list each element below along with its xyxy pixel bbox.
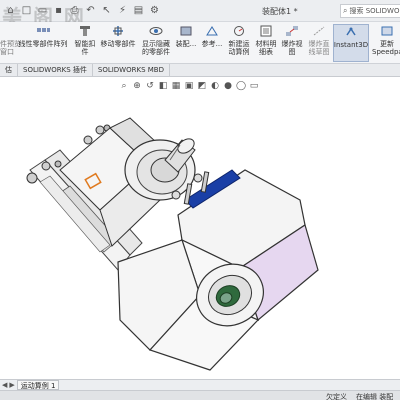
title-bar: ⌂ □ ▭ ▪ ⎙ ↶ ↖ ⚡ ▤ ⚙ 美 阁 网 装配体1 * ⌕ 搜索 SO…: [0, 0, 400, 29]
previous-view-icon[interactable]: ↺: [144, 80, 156, 92]
options-icon[interactable]: ⚙: [148, 4, 161, 17]
speedpak-label: 更新Speedpak: [372, 40, 400, 56]
search-input[interactable]: ⌕ 搜索 SOLIDWO: [340, 4, 400, 18]
reference-geometry-label: 参考...: [201, 40, 223, 48]
status-definition: 欠定义: [326, 393, 347, 400]
explode-line-sketch-button[interactable]: 爆炸直线草图: [306, 24, 332, 62]
explode-view-label: 爆炸视图: [281, 40, 303, 56]
view-settings-icon[interactable]: ▭: [248, 80, 260, 92]
smart-fastener-icon: [77, 24, 93, 38]
tab-solidworks-addins[interactable]: SOLIDWORKS 插件: [18, 64, 93, 77]
move-component-button[interactable]: 移动零部件: [98, 24, 138, 62]
motion-study-label: 新建运动算例: [228, 40, 250, 56]
explode-view-button[interactable]: 爆炸视图: [280, 24, 304, 62]
assembly-features-icon: [178, 24, 194, 38]
update-speedpak-button[interactable]: 更新Speedpak: [371, 24, 400, 62]
status-bar: 欠定义 在编辑 装配: [0, 390, 400, 400]
instant3d-label: Instant3D: [333, 41, 369, 49]
move-component-icon: [110, 24, 126, 38]
dynamic-annotation-icon[interactable]: ▦: [170, 80, 182, 92]
linear-pattern-icon: [35, 24, 51, 38]
instant3d-icon: [343, 25, 359, 39]
search-icon: ⌕: [343, 6, 348, 15]
scroll-left-icon[interactable]: ◀: [2, 381, 7, 389]
smart-fastener-button[interactable]: 智能扣件: [72, 24, 98, 62]
undo-icon[interactable]: ↶: [84, 4, 97, 17]
motion-study-icon: [231, 24, 247, 38]
show-hidden-label: 显示隐藏的零部件: [142, 40, 170, 56]
bom-button[interactable]: 材料明细表: [254, 24, 278, 62]
reference-geometry-button[interactable]: 参考...: [200, 24, 224, 62]
zoom-to-fit-icon[interactable]: ⌕: [118, 80, 130, 92]
scroll-right-icon[interactable]: ▶: [9, 381, 14, 389]
assembly-features-label: 装配...: [175, 40, 197, 48]
tab-evaluate[interactable]: 估: [0, 64, 18, 77]
solidworks-window: ⌂ □ ▭ ▪ ⎙ ↶ ↖ ⚡ ▤ ⚙ 美 阁 网 装配体1 * ⌕ 搜索 SO…: [0, 0, 400, 400]
bom-icon: [258, 24, 274, 38]
show-hidden-button[interactable]: 显示隐藏的零部件: [140, 24, 172, 62]
scene-icon[interactable]: ◯: [235, 80, 247, 92]
smart-fastener-label: 智能扣件: [74, 40, 96, 56]
assembly-model: [26, 117, 319, 371]
bottom-tabs: ◀ ▶ 运动算例 1: [0, 379, 400, 390]
search-placeholder: 搜索 SOLIDWO: [349, 7, 400, 15]
new-motion-study-button[interactable]: 新建运动算例: [226, 24, 252, 62]
hide-show-items-icon[interactable]: ◐: [209, 80, 221, 92]
rebuild-icon[interactable]: ⚡: [116, 4, 129, 17]
instant3d-button[interactable]: Instant3D: [333, 24, 369, 62]
ribbon-left-fragment[interactable]: 件预览 窗口: [0, 24, 21, 62]
assembly-features-button[interactable]: 装配...: [174, 24, 198, 62]
explode-line-sketch-icon: [311, 24, 327, 38]
zoom-area-icon[interactable]: ⊕: [131, 80, 143, 92]
file-properties-icon[interactable]: ▤: [132, 4, 145, 17]
fragment-label-2: 窗口: [0, 48, 14, 56]
explode-view-icon: [284, 24, 300, 38]
linear-pattern-label: 线性零部件阵列: [18, 40, 68, 48]
status-editing: 在编辑 装配: [356, 393, 394, 400]
graphics-area[interactable]: [0, 96, 400, 379]
tab-motion-study-1[interactable]: 运动算例 1: [16, 380, 60, 390]
tab-solidworks-mbd[interactable]: SOLIDWORKS MBD: [93, 64, 170, 77]
appearance-icon[interactable]: ●: [222, 80, 234, 92]
fragment-icon: [0, 24, 10, 38]
bom-label: 材料明细表: [255, 40, 277, 56]
command-tabs: 估 SOLIDWORKS 插件 SOLIDWORKS MBD: [0, 64, 400, 77]
section-view-icon[interactable]: ◧: [157, 80, 169, 92]
command-manager-ribbon: 件预览 窗口 线性零部件阵列 智能扣件 移动零部件 显示隐藏的零部件 装配...…: [0, 22, 400, 64]
show-hidden-icon: [148, 24, 164, 38]
display-style-icon[interactable]: ◩: [196, 80, 208, 92]
document-title: 装配体1 *: [262, 7, 298, 16]
reference-geometry-icon: [204, 24, 220, 38]
speedpak-icon: [379, 24, 395, 38]
heads-up-view-toolbar: ⌕ ⊕ ↺ ◧ ▦ ▣ ◩ ◐ ● ◯ ▭: [118, 80, 260, 94]
view-orientation-icon[interactable]: ▣: [183, 80, 195, 92]
explode-line-sketch-label: 爆炸直线草图: [308, 40, 330, 56]
linear-pattern-button[interactable]: 线性零部件阵列: [14, 24, 72, 62]
move-component-label: 移动零部件: [100, 40, 136, 48]
select-icon[interactable]: ↖: [100, 4, 113, 17]
